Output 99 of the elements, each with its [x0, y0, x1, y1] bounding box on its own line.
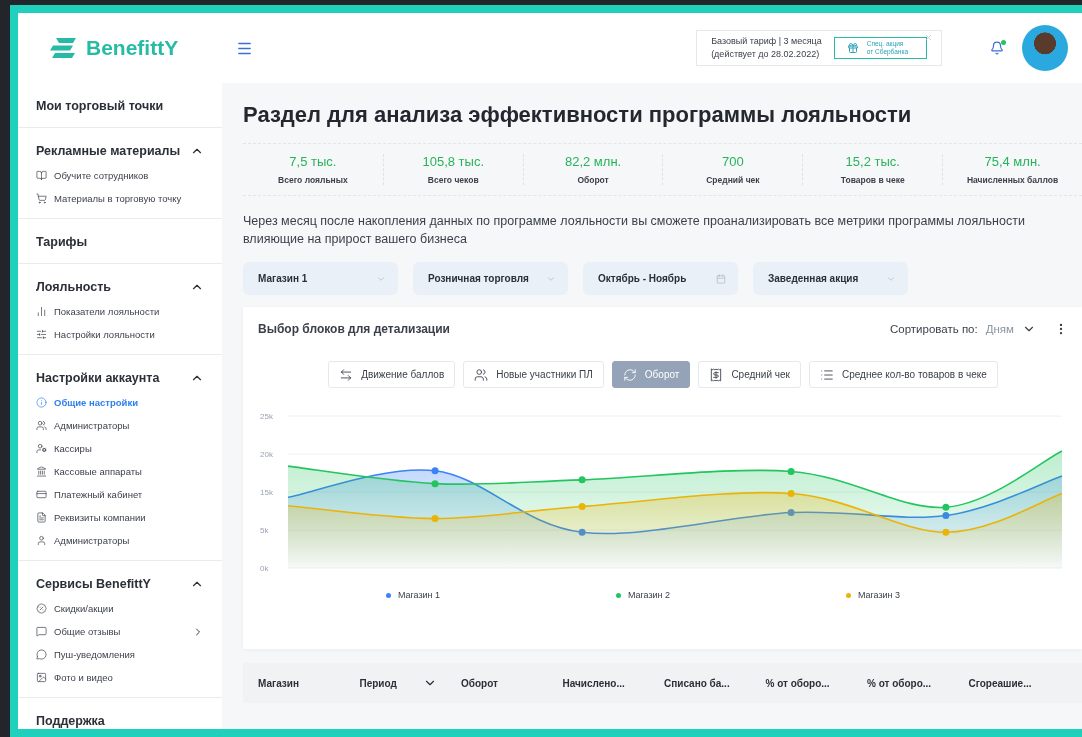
- legend-label: Магазин 2: [627, 590, 671, 600]
- stat-value: 7,5 тыс.: [289, 154, 337, 169]
- legend-label: Магазин 3: [857, 590, 901, 600]
- sidebar-item[interactable]: Общие отзывы: [36, 622, 204, 641]
- column-header[interactable]: Период: [359, 676, 461, 690]
- data-point: [787, 468, 795, 475]
- user-icon: [36, 535, 47, 546]
- sidebar-item[interactable]: Фото и видео: [36, 668, 204, 687]
- logo-text: BenefittY: [86, 36, 179, 60]
- sidebar-item[interactable]: Показатели лояльности: [36, 302, 204, 321]
- stat-label: Средний чек: [706, 175, 760, 185]
- sidebar-item[interactable]: Кассиры: [36, 439, 204, 458]
- stat-value: 105,8 тыс.: [422, 154, 484, 169]
- column-header: % от оборо...: [765, 677, 831, 689]
- calendar-icon: [716, 273, 726, 284]
- filter-dropdown[interactable]: Магазин 1: [243, 262, 398, 295]
- sidebar-item[interactable]: Настройки лояльности: [36, 325, 204, 344]
- data-point: [431, 480, 439, 488]
- book-icon: [36, 170, 47, 181]
- list-icon: [820, 367, 834, 382]
- axis-tick-label: 5k: [260, 526, 269, 535]
- filter-dropdown[interactable]: Заведенная акция: [753, 262, 908, 295]
- users-icon: [474, 367, 489, 382]
- chat-bubble-icon: [36, 649, 47, 660]
- cart-icon: [36, 193, 47, 204]
- stat-label: Начисленных баллов: [966, 175, 1059, 185]
- stat-label: Всего лояльных: [278, 175, 348, 185]
- bar-chart-icon: [36, 306, 47, 317]
- data-point: [787, 490, 795, 497]
- sidebar-item[interactable]: Пуш-уведомления: [36, 645, 204, 664]
- page-title: Раздел для анализа эффективности программы лояльности: [243, 101, 913, 129]
- user-gear-icon: [36, 443, 47, 454]
- close-icon[interactable]: [924, 33, 933, 42]
- percent-badge-icon: [36, 603, 47, 614]
- image-icon: [36, 672, 47, 683]
- block-chip[interactable]: Средний чек: [698, 361, 801, 388]
- data-point: [578, 476, 586, 484]
- stat-value: 15,2 тыс.: [845, 154, 900, 169]
- column-header: Списано ба...: [664, 677, 731, 689]
- gift-icon: [846, 42, 859, 54]
- stat-label: Оборот: [577, 175, 609, 185]
- data-point: [942, 528, 950, 536]
- column-header: % от оборо...: [867, 677, 933, 689]
- data-point: [431, 515, 439, 523]
- column-header: Начислено...: [562, 677, 626, 689]
- axis-tick-label: 15k: [260, 488, 273, 497]
- sort-label: Сортировать по:: [890, 323, 978, 335]
- sidebar-item[interactable]: Обучите сотрудников: [36, 166, 204, 185]
- sidebar-section-header[interactable]: Сервисы BenefittY: [36, 573, 204, 595]
- sidebar-item[interactable]: Общие настройки: [36, 393, 204, 412]
- sidebar-section-header[interactable]: Мои торговый точки: [36, 95, 204, 117]
- sidebar-section-header[interactable]: Тарифы: [36, 231, 204, 253]
- message-icon: [36, 626, 47, 637]
- data-point: [942, 503, 950, 511]
- column-header: Сгореашие...: [968, 677, 1033, 689]
- axis-tick-label: 20k: [260, 450, 273, 459]
- building-icon: [36, 466, 47, 477]
- sliders-icon: [36, 329, 47, 340]
- sidebar-item[interactable]: Администраторы: [36, 416, 204, 435]
- sidebar-item[interactable]: Администраторы: [36, 531, 204, 550]
- block-chip[interactable]: Среднее кол-во товаров в чеке: [809, 361, 998, 388]
- receipt-icon: [709, 367, 724, 382]
- sidebar-section-header[interactable]: Настройки аккаунта: [36, 367, 204, 389]
- document-icon: [36, 512, 47, 523]
- refresh-icon: [622, 367, 637, 382]
- stat-label: Всего чеков: [427, 175, 479, 185]
- card-title: Выбор блоков для детализации: [258, 322, 450, 336]
- legend-label: Магазин 1: [397, 590, 441, 600]
- block-chip[interactable]: Движение баллов: [328, 361, 456, 388]
- axis-tick-label: 25k: [260, 412, 273, 421]
- data-point: [578, 502, 586, 510]
- data-point: [431, 467, 439, 475]
- logo-icon: [50, 37, 78, 59]
- sidebar-section-header[interactable]: Рекламные материалы: [36, 140, 204, 162]
- users-icon: [36, 420, 47, 431]
- tariff-info: Базовый тариф | 3 месяца (действует до 28.02.2022): [711, 35, 822, 61]
- stat-value: 700: [722, 154, 744, 169]
- sidebar-item[interactable]: Платежный кабинет: [36, 485, 204, 504]
- block-chip[interactable]: Новые участники ПЛ: [463, 361, 604, 388]
- sidebar-item[interactable]: Материалы в торговую точку: [36, 189, 204, 208]
- info-icon: [36, 397, 47, 408]
- sidebar-section-header[interactable]: Лояльность: [36, 276, 204, 298]
- column-header: Оборот: [461, 677, 499, 689]
- avatar[interactable]: [1022, 25, 1068, 71]
- stat-value: 82,2 млн.: [564, 154, 622, 169]
- axis-tick-label: 0k: [260, 564, 269, 573]
- filter-dropdown[interactable]: Розничная торговля: [413, 262, 568, 295]
- info-text: Через месяц после накопления данных по программе лояльности вы сможете проанализировать все метрики программы лояльности влияющие на прирост вашего бизнеса: [243, 213, 1026, 248]
- arrows-icon: [339, 367, 354, 382]
- filter-dropdown[interactable]: Октябрь - Ноябрь: [583, 262, 738, 295]
- sidebar-item[interactable]: Скидки/акции: [36, 599, 204, 618]
- bell-icon[interactable]: [990, 41, 1004, 55]
- stat-value: 75,4 млн.: [984, 154, 1041, 169]
- card-icon: [36, 489, 47, 500]
- sidebar-item[interactable]: Реквизиты компании: [36, 508, 204, 527]
- sidebar-section-header[interactable]: Поддержка: [36, 710, 204, 729]
- stat-label: Товаров в чеке: [840, 175, 905, 185]
- column-header: Магазин: [258, 677, 301, 689]
- sidebar-item[interactable]: Кассовые аппараты: [36, 462, 204, 481]
